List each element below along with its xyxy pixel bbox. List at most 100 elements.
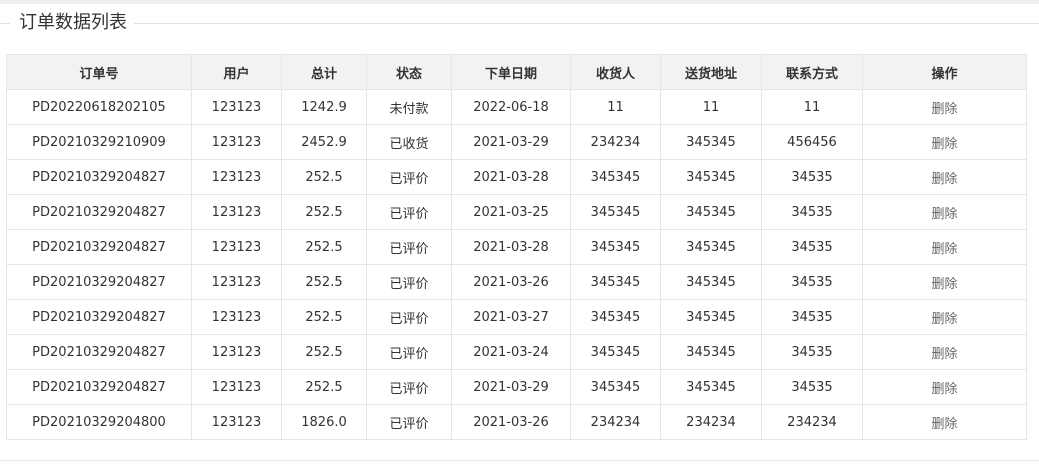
order-date-cell: 2022-06-18 <box>451 89 571 125</box>
contact-cell: 34535 <box>761 264 863 300</box>
address-cell: 345345 <box>660 369 762 405</box>
order-no-cell: PD20210329204827 <box>6 159 192 195</box>
status-cell: 已评价 <box>366 369 452 405</box>
status-cell: 已评价 <box>366 229 452 265</box>
order-no-cell: PD20210329204827 <box>6 229 192 265</box>
column-header-contact: 联系方式 <box>761 54 863 90</box>
contact-cell: 34535 <box>761 194 863 230</box>
order-date-cell: 2021-03-28 <box>451 159 571 195</box>
total-cell: 1242.9 <box>281 89 367 125</box>
section-header: 订单数据列表 <box>0 11 1039 35</box>
order-date-cell: 2021-03-26 <box>451 264 571 300</box>
total-cell: 252.5 <box>281 229 367 265</box>
delete-button[interactable]: 删除 <box>862 334 1027 370</box>
table-row: PD20210329204827 123123 252.5 已评价 2021-03-25… <box>6 194 1027 230</box>
status-cell: 已评价 <box>366 159 452 195</box>
consignee-cell: 345345 <box>570 229 661 265</box>
contact-cell: 34535 <box>761 159 863 195</box>
header-line-right <box>134 23 1039 24</box>
column-header-order-no: 订单号 <box>6 54 192 90</box>
total-cell: 252.5 <box>281 159 367 195</box>
total-cell: 252.5 <box>281 194 367 230</box>
address-cell: 345345 <box>660 264 762 300</box>
status-cell: 已评价 <box>366 194 452 230</box>
user-cell: 123123 <box>191 299 282 335</box>
contact-cell: 456456 <box>761 124 863 160</box>
consignee-cell: 234234 <box>570 124 661 160</box>
address-cell: 11 <box>660 89 762 125</box>
delete-button[interactable]: 删除 <box>862 89 1027 125</box>
top-divider <box>0 0 1039 4</box>
order-date-cell: 2021-03-24 <box>451 334 571 370</box>
contact-cell: 34535 <box>761 369 863 405</box>
contact-cell: 34535 <box>761 229 863 265</box>
user-cell: 123123 <box>191 334 282 370</box>
table-header-row: 订单号 用户 总计 状态 下单日期 收货人 送货地址 联系方式 操作 <box>6 54 1027 90</box>
total-cell: 252.5 <box>281 264 367 300</box>
consignee-cell: 345345 <box>570 159 661 195</box>
delete-button[interactable]: 删除 <box>862 124 1027 160</box>
table-row: PD20210329204827 123123 252.5 已评价 2021-03-27… <box>6 299 1027 335</box>
status-cell: 已评价 <box>366 404 452 440</box>
order-date-cell: 2021-03-29 <box>451 369 571 405</box>
column-header-actions: 操作 <box>862 54 1027 90</box>
user-cell: 123123 <box>191 369 282 405</box>
order-no-cell: PD20210329204827 <box>6 194 192 230</box>
table-row: PD20210329204827 123123 252.5 已评价 2021-03-28… <box>6 229 1027 265</box>
order-no-cell: PD20210329210909 <box>6 124 192 160</box>
user-cell: 123123 <box>191 264 282 300</box>
user-cell: 123123 <box>191 159 282 195</box>
user-cell: 123123 <box>191 124 282 160</box>
consignee-cell: 345345 <box>570 194 661 230</box>
order-date-cell: 2021-03-28 <box>451 229 571 265</box>
user-cell: 123123 <box>191 404 282 440</box>
address-cell: 345345 <box>660 334 762 370</box>
order-no-cell: PD20210329204827 <box>6 334 192 370</box>
column-header-order-date: 下单日期 <box>451 54 571 90</box>
address-cell: 345345 <box>660 159 762 195</box>
address-cell: 345345 <box>660 124 762 160</box>
table-row: PD20210329204827 123123 252.5 已评价 2021-03-28… <box>6 159 1027 195</box>
user-cell: 123123 <box>191 89 282 125</box>
status-cell: 已评价 <box>366 334 452 370</box>
order-no-cell: PD20210329204800 <box>6 404 192 440</box>
status-cell: 已评价 <box>366 264 452 300</box>
contact-cell: 34535 <box>761 299 863 335</box>
delete-button[interactable]: 删除 <box>862 229 1027 265</box>
delete-button[interactable]: 删除 <box>862 404 1027 440</box>
order-no-cell: PD20210329204827 <box>6 264 192 300</box>
total-cell: 1826.0 <box>281 404 367 440</box>
total-cell: 252.5 <box>281 334 367 370</box>
delete-button[interactable]: 删除 <box>862 194 1027 230</box>
bottom-divider <box>0 460 1039 461</box>
column-header-user: 用户 <box>191 54 282 90</box>
page-title: 订单数据列表 <box>19 12 127 33</box>
delete-button[interactable]: 删除 <box>862 159 1027 195</box>
contact-cell: 34535 <box>761 334 863 370</box>
column-header-address: 送货地址 <box>660 54 762 90</box>
table-row: PD20210329204827 123123 252.5 已评价 2021-03-24… <box>6 334 1027 370</box>
order-date-cell: 2021-03-27 <box>451 299 571 335</box>
header-line-left <box>0 23 10 24</box>
consignee-cell: 11 <box>570 89 661 125</box>
delete-button[interactable]: 删除 <box>862 299 1027 335</box>
consignee-cell: 345345 <box>570 369 661 405</box>
user-cell: 123123 <box>191 194 282 230</box>
status-cell: 已评价 <box>366 299 452 335</box>
order-date-cell: 2021-03-25 <box>451 194 571 230</box>
consignee-cell: 345345 <box>570 264 661 300</box>
address-cell: 345345 <box>660 299 762 335</box>
address-cell: 234234 <box>660 404 762 440</box>
table-row: PD20210329204800 123123 1826.0 已评价 2021-03-2… <box>6 404 1027 440</box>
order-no-cell: PD20210329204827 <box>6 299 192 335</box>
order-no-cell: PD20220618202105 <box>6 89 192 125</box>
table-body: PD20220618202105 123123 1242.9 未付款 2022-06-1… <box>6 89 1027 440</box>
delete-button[interactable]: 删除 <box>862 369 1027 405</box>
total-cell: 252.5 <box>281 369 367 405</box>
address-cell: 345345 <box>660 194 762 230</box>
column-header-status: 状态 <box>366 54 452 90</box>
table-row: PD20210329210909 123123 2452.9 已收货 2021-03-2… <box>6 124 1027 160</box>
order-date-cell: 2021-03-26 <box>451 404 571 440</box>
status-cell: 已收货 <box>366 124 452 160</box>
delete-button[interactable]: 删除 <box>862 264 1027 300</box>
